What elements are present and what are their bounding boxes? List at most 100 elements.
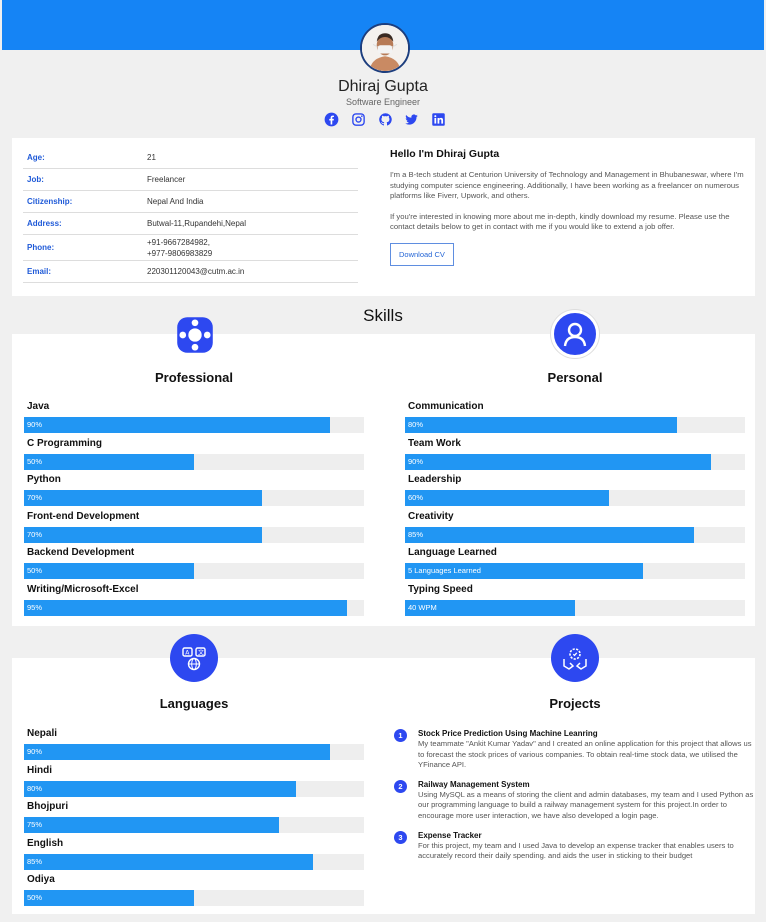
progress-track: 85% (405, 526, 745, 543)
github-icon[interactable] (378, 112, 393, 127)
languages-projects-card: A 文 Languages Projects Nepali 90% Hindi 80… (12, 634, 755, 914)
language-label: Hindi (27, 764, 52, 776)
twitter-icon[interactable] (404, 112, 419, 127)
about-paragraph: I'm a B-tech student at Centurion Univer… (390, 170, 744, 201)
facebook-icon[interactable] (324, 112, 339, 127)
info-key: Address: (27, 219, 62, 228)
info-row-phone: Phone: +91-9667284982, +977-9806983829 (23, 235, 358, 261)
progress-track: 70% (24, 526, 364, 543)
project-item: 1 Stock Price Prediction Using Machine L… (392, 728, 755, 771)
info-value: Freelancer (147, 175, 186, 184)
about-heading: Hello I'm Dhiraj Gupta (390, 148, 500, 160)
skill-label: Leadership (408, 474, 462, 485)
progress-fill: 60% (405, 490, 609, 506)
language-label: Nepali (27, 728, 58, 739)
progress-fill: 95% (24, 599, 347, 616)
info-value: 220301120043@cutm.ac.in (147, 267, 245, 276)
progress-track: 90% (24, 744, 364, 760)
progress-fill: 5 Languages Learned (405, 563, 643, 579)
languages-title: Languages (159, 696, 229, 711)
progress-fill: 70% (24, 490, 262, 506)
progress-track: 80% (405, 417, 745, 433)
info-key: Email: (27, 267, 52, 276)
progress-fill: 80% (24, 780, 296, 797)
personal-info-table: Age: 21 Job: Freelancer Citizenship: Nep… (23, 147, 358, 283)
skill-label: Front-end Development (27, 510, 140, 522)
projects-title: Projects (549, 696, 601, 711)
linkedin-icon[interactable] (431, 112, 446, 127)
info-value: Nepal And India (147, 197, 204, 206)
download-cv-button[interactable]: Download CV (390, 242, 454, 266)
language-label: English (27, 837, 64, 849)
user-icon (551, 310, 599, 358)
project-description: Using MySQL as a means of storing the cl… (418, 789, 754, 820)
progress-fill: 85% (405, 526, 694, 543)
progress-fill: 90% (405, 453, 711, 470)
progress-track: 5 Languages Learned (405, 563, 745, 579)
language-item: Odiya 50% (24, 873, 364, 910)
project-number-badge: 3 (394, 830, 407, 844)
svg-text:文: 文 (198, 649, 204, 657)
instagram-icon[interactable] (351, 112, 366, 127)
skill-item: Writing/Microsoft-Excel 95% (24, 583, 364, 620)
project-description: My teammate "Ankit Kumar Yadav" and I cr… (418, 739, 752, 770)
project-number-badge: 1 (394, 729, 407, 742)
progress-fill: 40 WPM (405, 599, 575, 616)
language-label: Odiya (27, 874, 55, 885)
project-title: Stock Price Prediction Using Machine Lea… (418, 729, 598, 738)
info-row-job: Job: Freelancer (23, 169, 358, 191)
progress-track: 80% (24, 780, 364, 797)
social-links (324, 112, 446, 128)
language-label: Bhojpuri (27, 801, 69, 812)
progress-track: 60% (405, 490, 745, 506)
info-row-age: Age: 21 (23, 147, 358, 169)
projects-list: 1 Stock Price Prediction Using Machine L… (392, 728, 755, 870)
progress-track: 70% (24, 490, 364, 506)
skill-item: Front-end Development 70% (24, 510, 364, 547)
project-description: For this project, my team and I used Jav… (418, 840, 734, 861)
info-card: Age: 21 Job: Freelancer Citizenship: Nep… (12, 138, 755, 296)
skill-label: Java (27, 401, 50, 412)
skills-card: Professional Personal Java 90% C Programm… (12, 310, 755, 626)
professional-skills-list: Java 90% C Programming 50% Python 70% Front… (24, 400, 364, 619)
profile-role: Software Engineer (345, 97, 421, 107)
gear-icon (172, 312, 218, 358)
skill-label: Language Learned (408, 547, 497, 558)
info-key: Job: (27, 175, 44, 184)
info-row-citizenship: Citizenship: Nepal And India (23, 191, 358, 213)
skill-item: Python 70% (24, 473, 364, 510)
project-title: Expense Tracker (418, 830, 482, 840)
progress-fill: 50% (24, 453, 194, 470)
progress-fill: 90% (24, 417, 330, 433)
skill-item: Backend Development 50% (24, 546, 364, 583)
progress-fill: 50% (24, 890, 194, 906)
skill-item: Creativity 85% (405, 510, 745, 547)
progress-fill: 70% (24, 526, 262, 543)
progress-fill: 90% (24, 744, 330, 760)
skills-heading: Skills (363, 306, 403, 325)
project-title: Railway Management System (418, 779, 530, 789)
info-value: 21 (147, 153, 156, 162)
progress-track: 90% (405, 453, 745, 470)
project-number-badge: 2 (394, 779, 407, 793)
progress-track: 85% (24, 853, 364, 870)
translate-icon: A 文 (170, 634, 218, 682)
progress-track: 95% (24, 599, 364, 616)
info-value: Butwal-11,Rupandehi,Nepal (147, 219, 247, 228)
skill-label: Creativity (408, 510, 454, 522)
skill-item: Team Work 90% (405, 437, 745, 474)
progress-fill: 80% (405, 417, 677, 433)
skill-item: C Programming 50% (24, 437, 364, 474)
about-section: Hello I'm Dhiraj Gupta I'm a B-tech stud… (390, 148, 750, 266)
skill-label: Python (27, 474, 61, 485)
personal-skills-list: Communication 80% Team Work 90% Leadership… (405, 400, 745, 619)
progress-track: 50% (24, 890, 364, 906)
language-item: Bhojpuri 75% (24, 800, 364, 837)
skill-item: Leadership 60% (405, 473, 745, 510)
profile-name: Dhiraj Gupta (338, 78, 428, 95)
skill-label: Communication (408, 401, 484, 412)
skill-label: Team Work (408, 437, 461, 449)
project-hands-gear-icon (551, 634, 599, 682)
skill-label: Typing Speed (408, 583, 473, 595)
skill-label: C Programming (27, 437, 103, 449)
